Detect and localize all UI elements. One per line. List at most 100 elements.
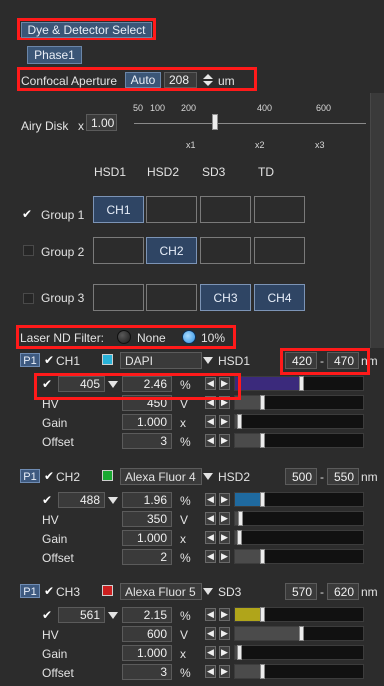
- ch1-laser-power[interactable]: 2.46: [122, 376, 172, 392]
- aperture-value-field[interactable]: 208: [164, 72, 197, 88]
- ch2-gain-level-bar[interactable]: [234, 530, 364, 545]
- ch1-hv-increment-button[interactable]: ▶: [219, 396, 230, 409]
- ch3-hv-level-handle[interactable]: [299, 626, 304, 641]
- nd-none-radio[interactable]: [117, 330, 131, 344]
- airy-value-field[interactable]: 1.00: [86, 114, 117, 131]
- airy-slider-handle[interactable]: [212, 114, 219, 130]
- ch2-laser-level-handle[interactable]: [260, 492, 265, 507]
- airy-slider-track[interactable]: [134, 123, 366, 124]
- ch2-enable-check-icon[interactable]: ✔: [44, 470, 54, 482]
- group1-cell-hsd2[interactable]: [146, 196, 197, 223]
- group1-check-icon[interactable]: ✔: [22, 208, 32, 220]
- dye-detector-select-button[interactable]: Dye & Detector Select: [21, 22, 152, 38]
- ch2-offset-value[interactable]: 2: [122, 549, 172, 565]
- group3-cell-hsd2[interactable]: [146, 284, 197, 311]
- ch2-dye-dropdown-icon[interactable]: [203, 473, 213, 480]
- ch1-hv-level-handle[interactable]: [260, 395, 265, 410]
- ch1-enable-check-icon[interactable]: ✔: [44, 354, 54, 366]
- phase1-button[interactable]: Phase1: [27, 46, 82, 64]
- ch2-gain-increment-button[interactable]: ▶: [219, 531, 230, 544]
- ch3-p1-badge[interactable]: P1: [20, 584, 40, 598]
- ch1-gain-value[interactable]: 1.000: [122, 414, 172, 430]
- ch2-offset-increment-button[interactable]: ▶: [219, 550, 230, 563]
- ch3-laser-increment-button[interactable]: ▶: [219, 608, 230, 621]
- auto-button[interactable]: Auto: [125, 72, 161, 88]
- ch2-p1-badge[interactable]: P1: [20, 469, 40, 483]
- ch3-gain-decrement-button[interactable]: ◀: [205, 646, 216, 659]
- ch3-range-end[interactable]: 620: [327, 583, 359, 600]
- ch1-laser-check-icon[interactable]: ✔: [42, 378, 52, 390]
- group3-cell-td[interactable]: CH4: [254, 284, 305, 311]
- ch3-offset-level-handle[interactable]: [260, 664, 265, 679]
- ch2-hv-value[interactable]: 350: [122, 511, 172, 527]
- ch3-laser-wavelength[interactable]: 561: [58, 607, 105, 623]
- ch1-gain-increment-button[interactable]: ▶: [219, 415, 230, 428]
- ch3-laser-dropdown-icon[interactable]: [108, 612, 118, 619]
- group3-cell-sd3[interactable]: CH3: [200, 284, 251, 311]
- ch1-offset-increment-button[interactable]: ▶: [219, 434, 230, 447]
- ch3-enable-check-icon[interactable]: ✔: [44, 585, 54, 597]
- ch1-gain-level-bar[interactable]: [234, 414, 364, 429]
- ch2-range-start[interactable]: 500: [285, 468, 317, 485]
- ch2-offset-level-handle[interactable]: [260, 549, 265, 564]
- group2-cell-hsd1[interactable]: [93, 237, 144, 264]
- ch3-dye-dropdown-icon[interactable]: [203, 588, 213, 595]
- ch2-laser-decrement-button[interactable]: ◀: [205, 493, 216, 506]
- ch3-hv-increment-button[interactable]: ▶: [219, 627, 230, 640]
- ch3-offset-decrement-button[interactable]: ◀: [205, 665, 216, 678]
- ch3-gain-level-bar[interactable]: [234, 645, 364, 660]
- ch3-gain-increment-button[interactable]: ▶: [219, 646, 230, 659]
- ch2-range-end[interactable]: 550: [327, 468, 359, 485]
- group1-cell-sd3[interactable]: [200, 196, 251, 223]
- ch1-range-start[interactable]: 420: [285, 352, 317, 369]
- ch1-laser-increment-button[interactable]: ▶: [219, 377, 230, 390]
- group2-cell-sd3[interactable]: [200, 237, 251, 264]
- ch2-laser-dropdown-icon[interactable]: [108, 497, 118, 504]
- ch1-laser-wavelength[interactable]: 405: [58, 376, 105, 392]
- ch3-gain-level-handle[interactable]: [237, 645, 242, 660]
- ch2-laser-wavelength[interactable]: 488: [58, 492, 105, 508]
- ch1-offset-level-handle[interactable]: [260, 433, 265, 448]
- nd-10-radio[interactable]: [182, 330, 196, 344]
- group3-checkbox[interactable]: [23, 293, 34, 304]
- ch3-range-start[interactable]: 570: [285, 583, 317, 600]
- group2-checkbox-box[interactable]: [23, 245, 34, 256]
- ch2-hv-decrement-button[interactable]: ◀: [205, 512, 216, 525]
- group1-cell-hsd1[interactable]: CH1: [93, 196, 144, 223]
- ch2-gain-decrement-button[interactable]: ◀: [205, 531, 216, 544]
- ch1-laser-dropdown-icon[interactable]: [108, 381, 118, 388]
- ch3-laser-power[interactable]: 2.15: [122, 607, 172, 623]
- ch2-laser-increment-button[interactable]: ▶: [219, 493, 230, 506]
- panel-scrollbar[interactable]: [370, 93, 384, 348]
- ch2-laser-power[interactable]: 1.96: [122, 492, 172, 508]
- ch2-gain-value[interactable]: 1.000: [122, 530, 172, 546]
- ch3-gain-value[interactable]: 1.000: [122, 645, 172, 661]
- ch2-gain-level-handle[interactable]: [237, 530, 242, 545]
- ch1-laser-level-handle[interactable]: [299, 376, 304, 391]
- ch3-laser-decrement-button[interactable]: ◀: [205, 608, 216, 621]
- ch1-range-end[interactable]: 470: [327, 352, 359, 369]
- ch3-hv-decrement-button[interactable]: ◀: [205, 627, 216, 640]
- ch1-offset-decrement-button[interactable]: ◀: [205, 434, 216, 447]
- ch3-laser-check-icon[interactable]: ✔: [42, 609, 52, 621]
- ch1-gain-decrement-button[interactable]: ◀: [205, 415, 216, 428]
- ch2-hv-increment-button[interactable]: ▶: [219, 512, 230, 525]
- ch1-dye-dropdown-icon[interactable]: [203, 357, 213, 364]
- ch3-offset-increment-button[interactable]: ▶: [219, 665, 230, 678]
- ch1-laser-decrement-button[interactable]: ◀: [205, 377, 216, 390]
- group2-cell-hsd2[interactable]: CH2: [146, 237, 197, 264]
- aperture-spinner[interactable]: [201, 72, 215, 88]
- group2-cell-td[interactable]: [254, 237, 305, 264]
- ch3-offset-value[interactable]: 3: [122, 664, 172, 680]
- ch2-hv-level-bar[interactable]: [234, 511, 364, 526]
- ch2-laser-check-icon[interactable]: ✔: [42, 494, 52, 506]
- ch1-p1-badge[interactable]: P1: [20, 353, 40, 367]
- group1-cell-td[interactable]: [254, 196, 305, 223]
- ch2-hv-level-handle[interactable]: [238, 511, 243, 526]
- ch2-offset-decrement-button[interactable]: ◀: [205, 550, 216, 563]
- ch1-offset-value[interactable]: 3: [122, 433, 172, 449]
- ch3-laser-level-handle[interactable]: [260, 607, 265, 622]
- ch1-gain-level-handle[interactable]: [237, 414, 242, 429]
- group3-cell-hsd1[interactable]: [93, 284, 144, 311]
- ch3-hv-value[interactable]: 600: [122, 626, 172, 642]
